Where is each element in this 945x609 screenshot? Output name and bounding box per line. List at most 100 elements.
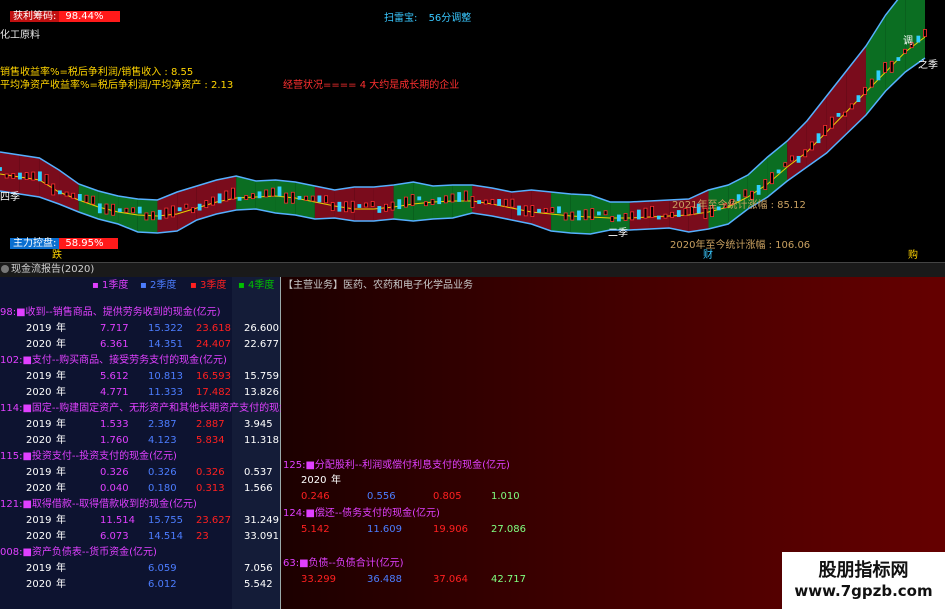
cell-q4: 27.086 xyxy=(491,524,526,535)
candle xyxy=(117,208,122,213)
candle xyxy=(330,202,335,212)
candle xyxy=(410,194,415,207)
candle xyxy=(277,186,282,197)
site-watermark: 股朋指标网 www.7gpzb.com xyxy=(782,552,945,609)
candle xyxy=(224,190,229,202)
row-year: 2019 xyxy=(26,467,52,478)
cell-q4: 26.600 xyxy=(244,323,279,334)
cell-q4: 11.318 xyxy=(244,435,279,446)
cell-q4: 13.826 xyxy=(244,387,279,398)
candle xyxy=(876,70,881,81)
candle xyxy=(443,195,448,204)
candle xyxy=(756,184,761,195)
candle xyxy=(856,95,861,103)
cell-q1: 0.246 xyxy=(301,491,330,502)
band-segment xyxy=(511,190,532,224)
candle xyxy=(171,205,175,218)
cell-q4: 7.056 xyxy=(244,563,273,574)
candle xyxy=(264,189,269,198)
row-unit: 年 xyxy=(56,467,66,478)
cell-q3: 23 xyxy=(196,531,209,542)
candle xyxy=(184,203,189,209)
candle xyxy=(543,208,548,213)
candle xyxy=(537,208,541,213)
candle xyxy=(510,198,515,208)
candle xyxy=(863,86,868,95)
candle xyxy=(776,169,781,174)
candle xyxy=(364,202,368,208)
cell-q4: 22.677 xyxy=(244,339,279,350)
mark-erji: 二季 xyxy=(608,228,628,239)
scan-indicator[interactable]: 扫雷宝: 56分调整 xyxy=(384,13,471,25)
candle xyxy=(743,189,748,198)
row-unit: 年 xyxy=(56,531,66,542)
header-q3: ▪ 3季度 xyxy=(190,280,227,291)
candle xyxy=(636,209,641,220)
band-segment xyxy=(492,188,512,220)
candle xyxy=(550,207,555,214)
candle xyxy=(570,211,575,221)
candle xyxy=(663,213,668,219)
kline-chart-panel[interactable]: 获利筹码: 98.44% 化工原料 销售收益率%=税后争利润/销售收入 : 8.5… xyxy=(0,0,945,262)
candle xyxy=(337,201,342,212)
candle xyxy=(630,211,635,221)
table-row: 2019 年 7.717 15.322 23.618 26.600 xyxy=(0,320,280,337)
candle xyxy=(317,195,322,203)
candle xyxy=(423,201,428,207)
candle xyxy=(324,195,328,204)
band-segment xyxy=(236,176,256,210)
candle xyxy=(790,155,794,162)
candle xyxy=(4,173,9,179)
cell-q3: 19.906 xyxy=(433,524,468,535)
candle xyxy=(250,193,255,200)
header-q1: ▪ 1季度 xyxy=(92,280,129,291)
band-segment xyxy=(39,158,60,204)
candle xyxy=(437,197,442,205)
candle xyxy=(603,210,608,216)
row-unit: 年 xyxy=(56,483,66,494)
candle xyxy=(297,195,302,200)
cell-q1: 0.326 xyxy=(100,467,129,478)
mark-die: 跌 xyxy=(52,250,62,261)
band-segment xyxy=(0,152,20,194)
cell-q2: 11.333 xyxy=(148,387,183,398)
row-year: 2019 xyxy=(26,563,52,574)
cell-q2: 6.059 xyxy=(148,563,177,574)
table-header: ▪ 1季度 ▪ 2季度 ▪ 3季度 ▪ 4季度 xyxy=(0,277,280,294)
row-unit: 年 xyxy=(331,475,341,486)
cell-q4: 3.945 xyxy=(244,419,273,430)
candle xyxy=(450,193,455,203)
cell-q2: 6.012 xyxy=(148,579,177,590)
candle xyxy=(344,201,348,213)
candle xyxy=(377,206,382,213)
cell-q4: 33.091 xyxy=(244,531,279,542)
band-segment xyxy=(393,182,414,221)
cell-q1: 4.771 xyxy=(100,387,129,398)
watermark-title: 股朋指标网 xyxy=(818,560,909,581)
right-table-row: 2020 年 0.246 0.556 0.805 1.010 xyxy=(281,472,945,502)
candle xyxy=(597,211,601,216)
row-year: 2020 xyxy=(26,483,52,494)
section-title: 121:■取得借款--取得借款收到的现金(亿元) xyxy=(0,499,197,510)
candle xyxy=(111,203,116,216)
right-section-title: 124:■偿还--债务支付的现金(亿元) xyxy=(283,508,440,519)
candle xyxy=(796,155,801,163)
candle xyxy=(191,207,195,214)
candle xyxy=(290,191,295,204)
row-year: 2019 xyxy=(26,371,52,382)
cell-q2: 15.755 xyxy=(148,515,183,526)
report-toggle-icon[interactable] xyxy=(1,265,9,273)
candle xyxy=(750,190,754,200)
report-title-bar[interactable]: 现金流报告(2020) xyxy=(0,262,945,278)
candle xyxy=(357,204,362,208)
row-year: 2020 xyxy=(26,435,52,446)
candle xyxy=(24,172,29,180)
candle xyxy=(177,207,182,212)
candle xyxy=(384,203,388,212)
candle xyxy=(530,205,535,218)
cell-q2: 0.556 xyxy=(367,491,396,502)
kline-chart[interactable] xyxy=(0,0,945,262)
main-business-text: 【主营业务】医药、农药和电子化学品业务 xyxy=(283,280,473,291)
candle xyxy=(157,209,162,220)
business-status-text: 经营状况==== 4 大约是成长期的企业 xyxy=(283,80,460,91)
